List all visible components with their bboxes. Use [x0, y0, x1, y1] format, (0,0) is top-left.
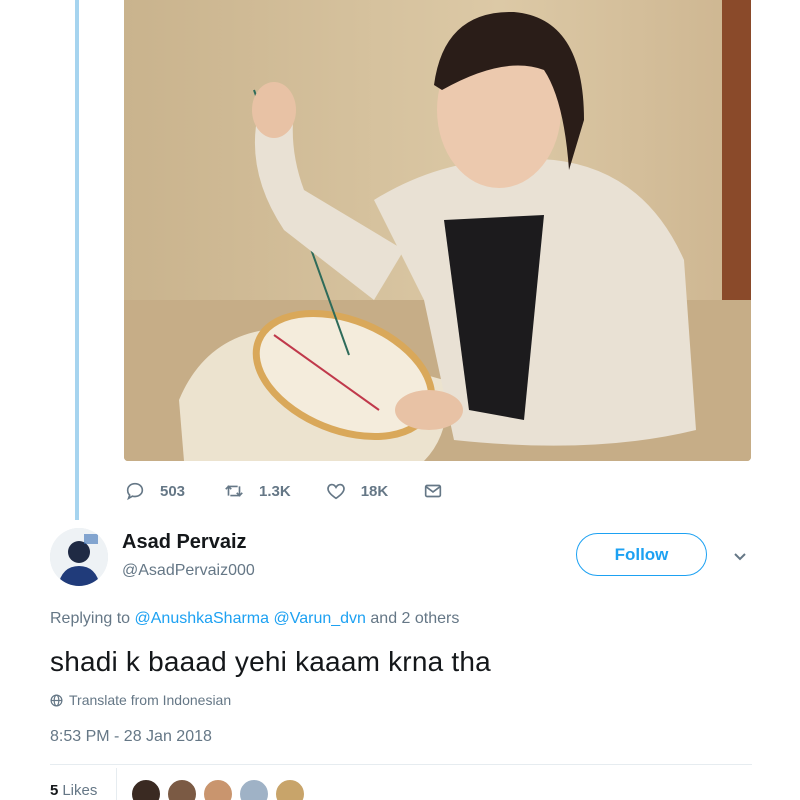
translate-label: Translate from Indonesian [69, 692, 232, 708]
chevron-down-icon[interactable] [730, 546, 750, 566]
retweet-icon [225, 485, 243, 497]
avatar[interactable] [50, 528, 108, 586]
liker-avatar[interactable] [239, 779, 269, 800]
globe-icon [50, 694, 63, 706]
likes-label: Likes [62, 782, 98, 799]
replying-prefix: Replying to [50, 610, 131, 627]
reply-count: 503 [160, 482, 186, 500]
thread-line [75, 0, 79, 520]
reply-icon [126, 482, 144, 501]
message-action[interactable] [422, 480, 458, 502]
divider [50, 764, 752, 765]
likers-avatars [131, 779, 311, 800]
liker-avatar[interactable] [275, 779, 305, 800]
translate-link[interactable]: Translate from Indonesian [50, 692, 231, 708]
reply-action[interactable]: 503 [124, 480, 185, 502]
tweet-actions: 503 1.3K 18K [124, 478, 492, 504]
likes-number: 5 [50, 782, 59, 799]
likes-separator [116, 768, 117, 800]
timestamp[interactable]: 8:53 PM - 28 Jan 2018 [50, 728, 212, 746]
liker-avatar[interactable] [131, 779, 161, 800]
replying-suffix[interactable]: and 2 others [370, 610, 459, 627]
message-icon [425, 484, 442, 498]
reply-text: shadi k baaad yehi kaaam krna tha [50, 646, 491, 677]
author-name[interactable]: Asad Pervaiz [122, 531, 247, 554]
liker-avatar[interactable] [203, 779, 233, 800]
retweet-action[interactable]: 1.3K [223, 480, 291, 502]
replying-to: Replying to @AnushkaSharma @Varun_dvn an… [50, 610, 459, 628]
liker-avatar[interactable] [167, 779, 197, 800]
tweet-photo[interactable] [124, 0, 751, 461]
like-count: 18K [360, 482, 389, 500]
mention-link[interactable]: @Varun_dvn [273, 610, 365, 627]
likes-count[interactable]: 5 Likes [50, 782, 97, 799]
follow-button[interactable]: Follow [576, 533, 707, 576]
mention-link[interactable]: @AnushkaSharma [135, 610, 270, 627]
retweet-count: 1.3K [259, 482, 291, 500]
like-action[interactable]: 18K [325, 480, 389, 502]
author-handle[interactable]: @AsadPervaiz000 [122, 562, 255, 580]
heart-icon [326, 483, 345, 500]
